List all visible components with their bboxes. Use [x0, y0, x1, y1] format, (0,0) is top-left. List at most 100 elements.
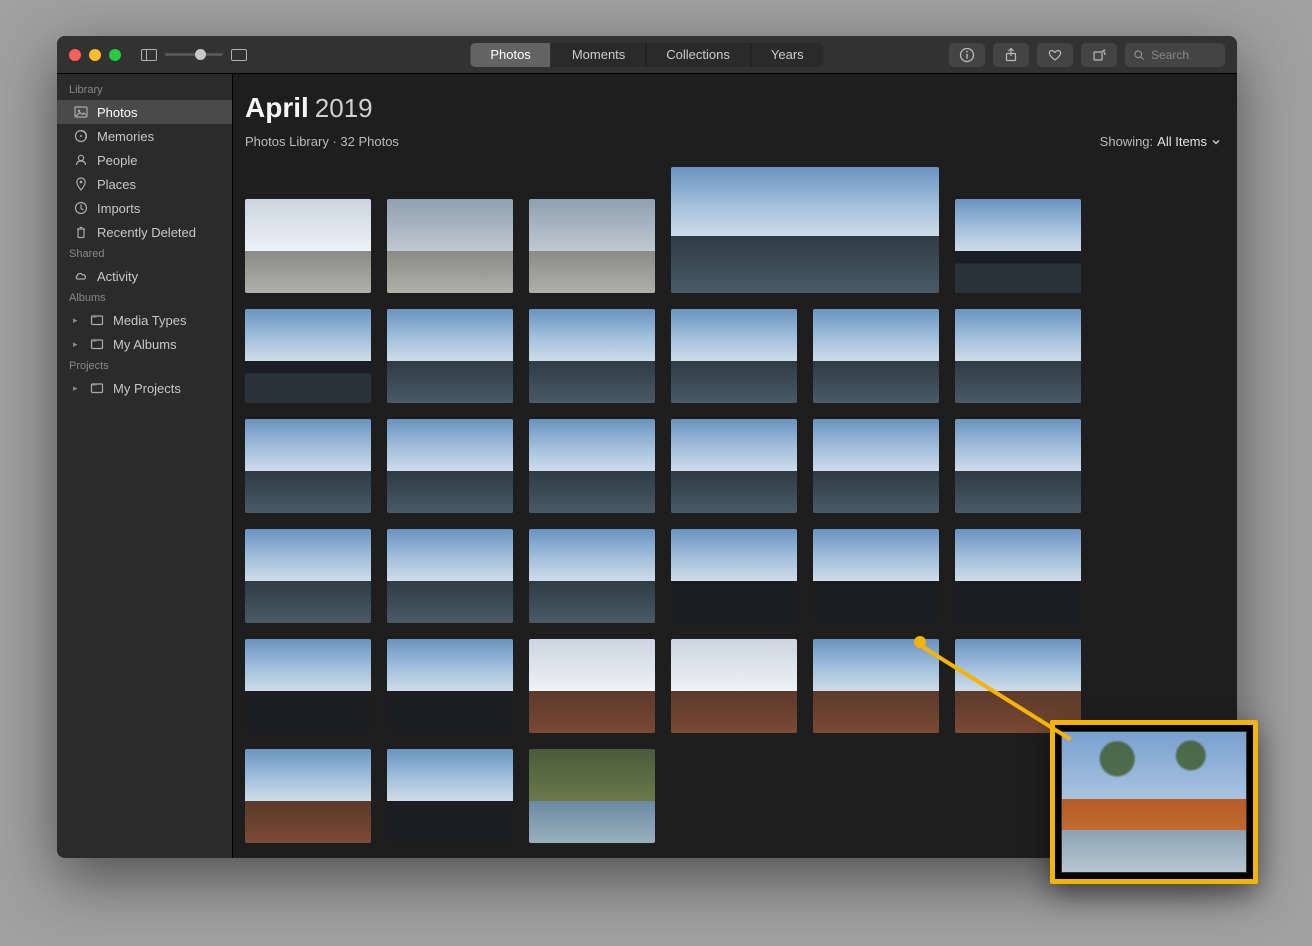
disclosure-triangle-icon[interactable]: ▸ [73, 339, 83, 350]
photo-thumbnail[interactable] [813, 639, 939, 733]
share-button[interactable] [993, 43, 1029, 67]
showing-label: Showing: [1100, 134, 1153, 149]
tab-photos[interactable]: Photos [470, 43, 551, 67]
photo-thumbnail[interactable] [245, 749, 371, 843]
sidebar-toggle-icon[interactable] [141, 49, 157, 61]
photo-thumbnail[interactable] [529, 199, 655, 293]
folder-icon [89, 312, 105, 328]
info-button[interactable] [949, 43, 985, 67]
fullscreen-button[interactable] [109, 49, 121, 61]
sidebar-item-my-projects[interactable]: ▸ My Projects [57, 376, 232, 400]
photo-thumbnail[interactable] [813, 529, 939, 623]
showing-filter[interactable]: Showing: All Items [1100, 134, 1221, 149]
thumbnail-zoom-slider[interactable] [165, 53, 223, 56]
photo-thumbnail[interactable] [387, 199, 513, 293]
sidebar-item-my-albums[interactable]: ▸ My Albums [57, 332, 232, 356]
sidebar-item-label: Memories [97, 129, 154, 144]
places-icon [73, 176, 89, 192]
photo-thumbnail[interactable] [955, 309, 1081, 403]
library-subtitle: Photos Library · 32 Photos [245, 134, 399, 149]
imports-icon [73, 200, 89, 216]
sidebar-header-shared: Shared [57, 244, 232, 264]
photo-thumbnail[interactable] [529, 309, 655, 403]
header-month: April [245, 92, 309, 124]
photos-icon [73, 104, 89, 120]
sidebar-header-library: Library [57, 80, 232, 100]
sidebar-item-label: Activity [97, 269, 138, 284]
photo-thumbnail[interactable] [955, 639, 1081, 733]
photo-thumbnail[interactable] [813, 309, 939, 403]
sidebar-header-projects: Projects [57, 356, 232, 376]
photo-thumbnail[interactable] [245, 529, 371, 623]
tab-moments[interactable]: Moments [552, 43, 646, 67]
sidebar-item-label: People [97, 153, 137, 168]
titlebar: PhotosMomentsCollectionsYears Search [57, 36, 1237, 74]
close-button[interactable] [69, 49, 81, 61]
toolbar-left-group [141, 49, 247, 61]
sidebar-item-memories[interactable]: Memories [57, 124, 232, 148]
sidebar-item-places[interactable]: Places [57, 172, 232, 196]
search-field[interactable]: Search [1125, 43, 1225, 67]
zoom-slider-knob[interactable] [195, 49, 206, 60]
photo-thumbnail[interactable] [245, 199, 371, 293]
photo-thumbnail[interactable] [529, 529, 655, 623]
photo-thumbnail[interactable] [955, 529, 1081, 623]
sidebar-item-label: Imports [97, 201, 140, 216]
photo-thumbnail[interactable] [387, 639, 513, 733]
favorite-button[interactable] [1037, 43, 1073, 67]
trash-icon [73, 224, 89, 240]
sidebar-item-label: Places [97, 177, 136, 192]
sidebar-item-imports[interactable]: Imports [57, 196, 232, 220]
showing-value: All Items [1157, 134, 1207, 149]
disclosure-triangle-icon[interactable]: ▸ [73, 383, 83, 394]
tab-collections[interactable]: Collections [646, 43, 751, 67]
photo-thumbnail[interactable] [529, 639, 655, 733]
sidebar-item-label: Photos [97, 105, 137, 120]
tab-years[interactable]: Years [751, 43, 824, 67]
photo-thumbnail[interactable] [245, 419, 371, 513]
section-subhead: Photos Library · 32 Photos Showing: All … [245, 134, 1221, 149]
disclosure-triangle-icon[interactable]: ▸ [73, 315, 83, 326]
folder-icon [89, 336, 105, 352]
sidebar-item-media-types[interactable]: ▸Media Types [57, 308, 232, 332]
callout-zoom-box [1050, 720, 1258, 884]
photo-thumbnail[interactable] [245, 639, 371, 733]
sidebar-item-activity[interactable]: Activity [57, 264, 232, 288]
photo-thumbnail[interactable] [955, 199, 1081, 293]
photo-thumbnail[interactable] [671, 309, 797, 403]
photo-thumbnail[interactable] [387, 749, 513, 843]
header-year: 2019 [315, 93, 373, 124]
rotate-button[interactable] [1081, 43, 1117, 67]
photo-thumbnail[interactable] [671, 529, 797, 623]
search-icon [1133, 49, 1145, 61]
photo-thumbnail[interactable] [245, 309, 371, 403]
sidebar-item-label: Recently Deleted [97, 225, 196, 240]
photo-thumbnail[interactable] [955, 419, 1081, 513]
minimize-button[interactable] [89, 49, 101, 61]
photo-thumbnail[interactable] [529, 749, 655, 843]
chevron-down-icon [1211, 137, 1221, 147]
photo-thumbnail[interactable] [529, 419, 655, 513]
callout-thumbnail [1061, 731, 1247, 873]
filter-icon[interactable] [231, 49, 247, 61]
sidebar-header-albums: Albums [57, 288, 232, 308]
photo-thumbnail[interactable] [671, 419, 797, 513]
photo-thumbnail[interactable] [671, 167, 939, 293]
sidebar-item-label: My Albums [113, 337, 177, 352]
photo-thumbnail[interactable] [671, 639, 797, 733]
people-icon [73, 152, 89, 168]
memories-icon [73, 128, 89, 144]
sidebar-item-label: My Projects [113, 381, 181, 396]
window-controls [69, 49, 121, 61]
sidebar-item-photos[interactable]: Photos [57, 100, 232, 124]
sidebar-item-recently-deleted[interactable]: Recently Deleted [57, 220, 232, 244]
photo-thumbnail[interactable] [813, 419, 939, 513]
photo-thumbnail[interactable] [387, 529, 513, 623]
photo-thumbnail[interactable] [387, 309, 513, 403]
folder-icon [89, 380, 105, 396]
callout-anchor-dot [914, 636, 926, 648]
cloud-icon [73, 268, 89, 284]
sidebar-item-people[interactable]: People [57, 148, 232, 172]
photo-thumbnail[interactable] [387, 419, 513, 513]
section-header: April 2019 [245, 92, 1221, 124]
